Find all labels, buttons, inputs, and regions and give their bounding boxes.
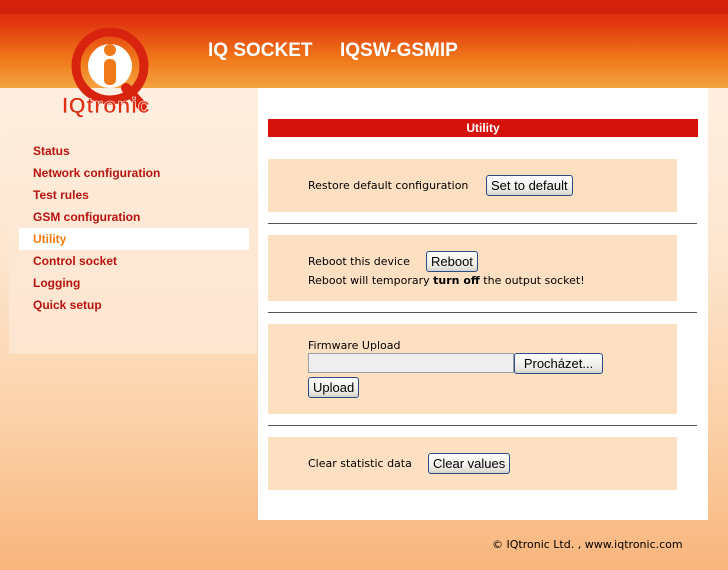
main-content: Utility Restore default configuration Se… <box>258 88 708 520</box>
logo-text: IQtronic <box>62 93 151 119</box>
sidebar-item-test-rules[interactable]: Test rules <box>19 184 249 206</box>
firmware-panel: Firmware Upload Procházet... Upload <box>268 324 677 414</box>
browse-button[interactable]: Procházet... <box>514 353 603 374</box>
reboot-button[interactable]: Reboot <box>426 251 478 272</box>
sidebar-item-quick-setup[interactable]: Quick setup <box>19 294 249 316</box>
sidebar-item-status[interactable]: Status <box>19 140 249 162</box>
page-heading: Utility <box>268 119 698 137</box>
footer-copyright: © IQtronic Ltd. , www.iqtronic.com <box>492 538 683 551</box>
reboot-warning-pre: Reboot will temporary <box>308 274 434 287</box>
reboot-panel: Reboot this device Reboot Reboot will te… <box>268 235 677 301</box>
clear-stats-panel: Clear statistic data Clear values <box>268 437 677 490</box>
divider <box>268 425 697 426</box>
restore-label: Restore default configuration <box>308 179 469 192</box>
product-title: IQ SOCKET <box>208 40 313 61</box>
divider <box>268 223 697 224</box>
clear-stats-label: Clear statistic data <box>308 457 412 470</box>
divider <box>268 312 697 313</box>
clear-values-button[interactable]: Clear values <box>428 453 511 474</box>
sidebar-item-gsm-configuration[interactable]: GSM configuration <box>19 206 249 228</box>
reboot-warning-bold: turn off <box>433 274 480 287</box>
model-title: IQSW-GSMIP <box>340 40 458 61</box>
sidebar-item-utility[interactable]: Utility <box>19 228 249 250</box>
firmware-label: Firmware Upload <box>308 339 401 352</box>
upload-button[interactable]: Upload <box>308 377 360 398</box>
firmware-file-input[interactable] <box>308 353 514 373</box>
sidebar-item-control-socket[interactable]: Control socket <box>19 250 249 272</box>
sidebar-item-network-configuration[interactable]: Network configuration <box>19 162 249 184</box>
sidebar-item-logging[interactable]: Logging <box>19 272 249 294</box>
restore-panel: Restore default configuration Set to def… <box>268 159 677 212</box>
reboot-warning: Reboot will temporary turn off the outpu… <box>308 274 585 287</box>
reboot-label: Reboot this device <box>308 255 410 268</box>
reboot-warning-post: the output socket! <box>479 274 585 287</box>
set-to-default-button[interactable]: Set to default <box>486 175 573 196</box>
